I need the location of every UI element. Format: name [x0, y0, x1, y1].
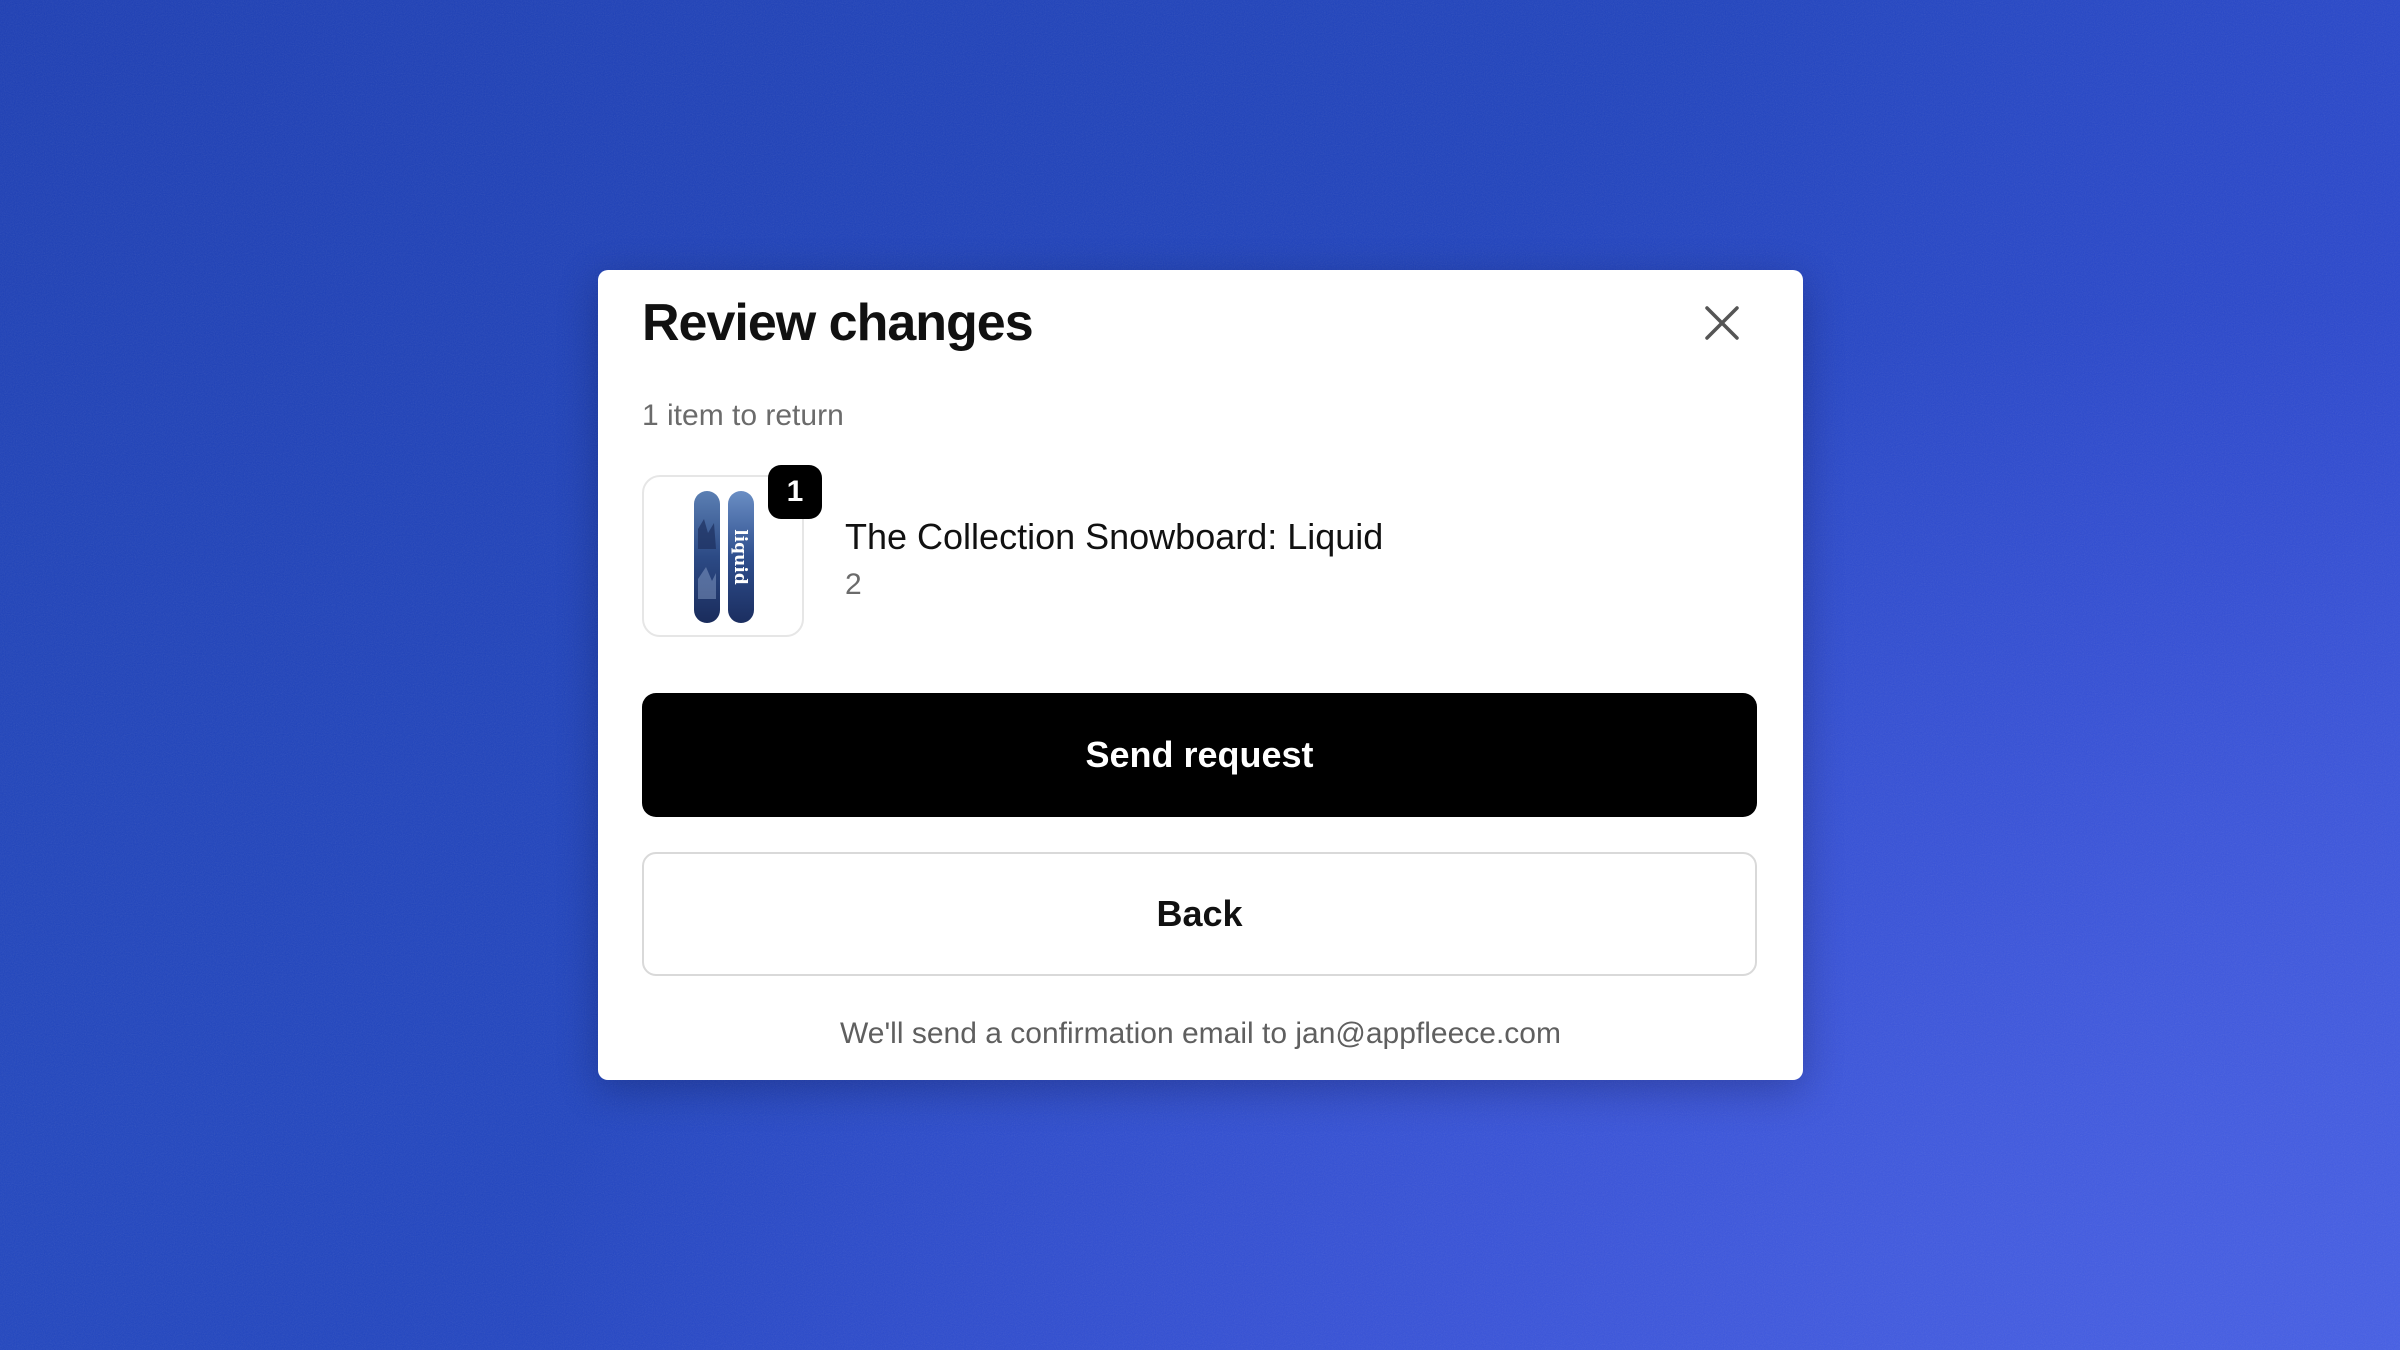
product-name: The Collection Snowboard: Liquid	[845, 516, 1384, 557]
quantity-badge: 1	[768, 465, 822, 519]
close-button[interactable]	[1699, 300, 1745, 346]
svg-text:liquid: liquid	[730, 529, 750, 585]
review-changes-modal: Review changes 1 item to return liquid 1…	[598, 270, 1803, 1080]
send-request-button[interactable]: Send request	[642, 693, 1757, 817]
product-variant: 2	[845, 568, 862, 601]
modal-title: Review changes	[642, 294, 1034, 352]
snowboard-image: liquid	[694, 491, 754, 623]
close-icon	[1705, 306, 1739, 340]
back-button[interactable]: Back	[642, 852, 1757, 976]
product-thumbnail: liquid 1	[642, 465, 822, 637]
items-count-text: 1 item to return	[642, 399, 844, 432]
confirmation-email-note: We'll send a confirmation email to jan@a…	[840, 1017, 1561, 1050]
list-item: liquid 1 The Collection Snowboard: Liqui…	[642, 465, 1752, 640]
